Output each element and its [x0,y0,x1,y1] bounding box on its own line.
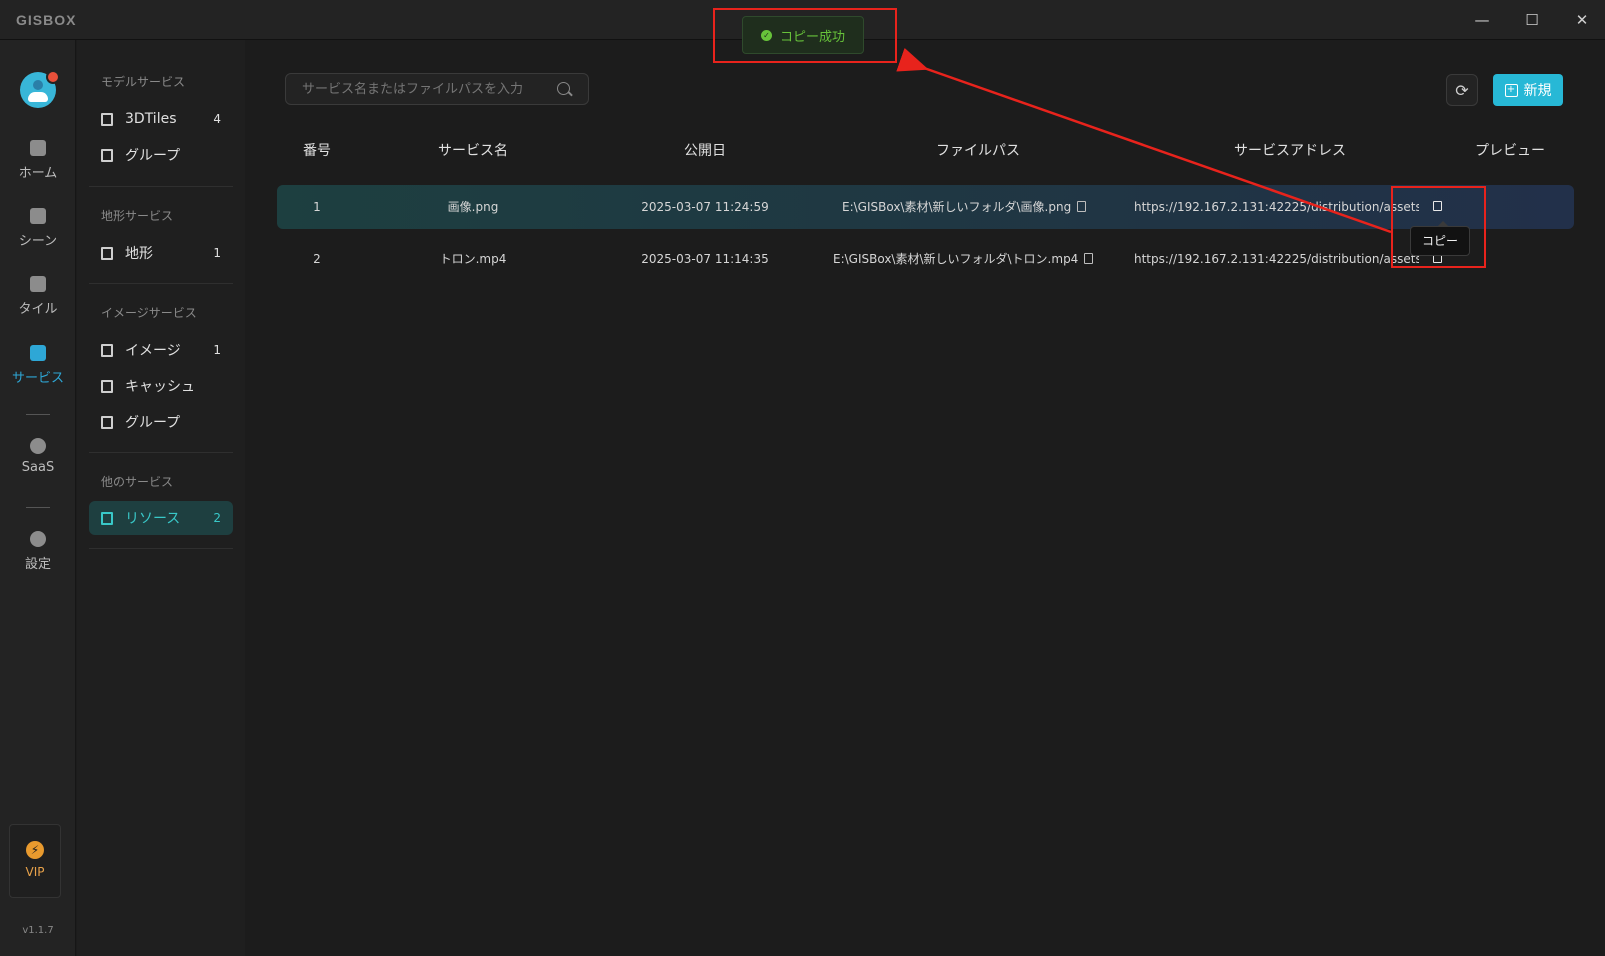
sidebar-item-cache[interactable]: キャッシュ [89,369,233,403]
path-copy-icon[interactable] [1077,201,1087,212]
service-arrow-icon [30,345,46,361]
cell-name: 画像.png [447,200,499,214]
cache-icon [101,379,113,393]
rail-divider [26,414,50,415]
table-row[interactable]: 2 トロン.mp4 2025-03-07 11:14:35 E:\GISBox\… [277,237,1574,281]
sidebar-item-count: 2 [213,511,221,525]
column-header-preview: プレビュー [1475,143,1545,159]
left-rail: ホーム シーン タイル サービス SaaS 設定 ⚡ VIP [0,40,76,956]
rail-item-home[interactable]: ホーム [0,140,76,192]
lightning-icon: ⚡ [26,841,44,859]
rail-item-tile[interactable]: タイル [0,276,76,328]
cell-name: トロン.mp4 [439,252,507,266]
rail-item-label: 設定 [24,557,51,572]
building-icon [101,112,113,126]
cell-path-text: E:\GISBox\素材\新しいフォルダ\トロン.mp4 [833,252,1079,266]
rail-item-label: SaaS [21,460,55,475]
column-header-address: サービスアドレス [1234,143,1346,159]
table-row[interactable]: 1 画像.png 2025-03-07 11:24:59 E:\GISBox\素… [277,185,1574,229]
sidebar-item-image[interactable]: イメージ 1 [89,333,233,367]
app-version: v1.1.7 [22,925,54,936]
resource-icon [101,511,113,525]
sidebar-divider [89,283,233,284]
cell-path: E:\GISBox\素材\新しいフォルダ\画像.png [842,185,1096,229]
search-icon[interactable] [557,82,570,95]
lock-icon [30,438,46,454]
cell-address: https://192.167.2.131:42225/distribution… [1134,252,1419,266]
avatar[interactable] [20,70,60,108]
cell-path: E:\GISBox\素材\新しいフォルダ\トロン.mp4 [833,237,1103,281]
gear-icon [30,531,46,547]
rail-item-scene[interactable]: シーン [0,208,76,260]
column-header-no: 番号 [303,143,331,159]
sidebar-item-label: 3DTiles [125,111,177,127]
rail-divider [26,507,50,508]
sidebar-item-label: イメージ [125,343,181,359]
cell-no: 2 [313,252,321,266]
building-icon [101,148,113,162]
sidebar-item-terrain[interactable]: 地形 1 [89,236,233,270]
cell-date: 2025-03-07 11:14:35 [641,252,769,266]
service-sidebar: モデルサービス 3DTiles 4 グループ 地形サービス 地形 1 イメージサ… [77,40,245,956]
section-title-terrain: 地形サービス [101,209,174,223]
sidebar-item-label: キャッシュ [125,379,195,395]
terrain-icon [101,246,113,260]
sidebar-divider [89,548,233,549]
section-title-image: イメージサービス [101,306,197,320]
section-title-model: モデルサービス [101,75,186,89]
cell-path-text: E:\GISBox\素材\新しいフォルダ\画像.png [842,200,1072,214]
cube-icon [30,208,46,224]
column-header-name: サービス名 [438,143,508,159]
avatar-head [33,80,43,90]
rail-item-settings[interactable]: 設定 [0,531,76,583]
sidebar-item-resource[interactable]: リソース 2 [89,501,233,535]
cell-address: https://192.167.2.131:42225/distribution… [1134,200,1419,214]
rail-item-label: シーン [18,234,58,249]
notification-badge [46,70,60,84]
rail-item-saas[interactable]: SaaS [0,438,76,490]
refresh-icon: ⟳ [1455,80,1469,100]
sidebar-item-model-group[interactable]: グループ [89,138,233,172]
column-header-date: 公開日 [684,143,726,159]
annotation-box-toast [713,8,897,63]
sidebar-item-label: グループ [125,415,181,431]
sidebar-item-count: 1 [213,246,221,260]
rail-item-label: タイル [18,302,58,317]
cell-no: 1 [313,200,321,214]
tile-check-icon [30,276,46,292]
vip-button[interactable]: ⚡ VIP [9,824,61,898]
close-button[interactable]: ✕ [1562,6,1602,34]
minimize-button[interactable]: — [1462,6,1502,34]
sidebar-item-count: 4 [213,112,221,126]
vip-label: VIP [25,865,45,879]
sidebar-item-label: リソース [125,511,181,527]
sidebar-item-image-group[interactable]: グループ [89,405,233,439]
new-button-label: 新規 [1523,83,1552,99]
image-icon [101,343,113,357]
sidebar-divider [89,452,233,453]
rail-item-label: サービス [11,371,64,386]
rail-item-service[interactable]: サービス [0,345,76,397]
image-group-icon [101,415,113,429]
app-logo: GISBOX [16,12,77,28]
cell-date: 2025-03-07 11:24:59 [641,200,769,214]
sidebar-item-count: 1 [213,343,221,357]
annotation-box-copy [1391,186,1486,268]
sidebar-item-label: 地形 [125,246,153,262]
home-icon [30,140,46,156]
column-header-path: ファイルパス [936,143,1020,159]
avatar-body [28,92,48,102]
section-title-other: 他のサービス [101,475,174,489]
refresh-button[interactable]: ⟳ [1446,74,1478,106]
rail-item-label: ホーム [18,166,58,181]
new-button[interactable]: + 新規 [1493,74,1563,106]
maximize-button[interactable]: ☐ [1512,6,1552,34]
sidebar-divider [89,186,233,187]
plus-icon: + [1504,83,1518,97]
sidebar-item-3dtiles[interactable]: 3DTiles 4 [89,102,233,136]
search-input[interactable] [285,73,589,105]
sidebar-item-label: グループ [125,148,181,164]
path-copy-icon[interactable] [1084,253,1094,264]
